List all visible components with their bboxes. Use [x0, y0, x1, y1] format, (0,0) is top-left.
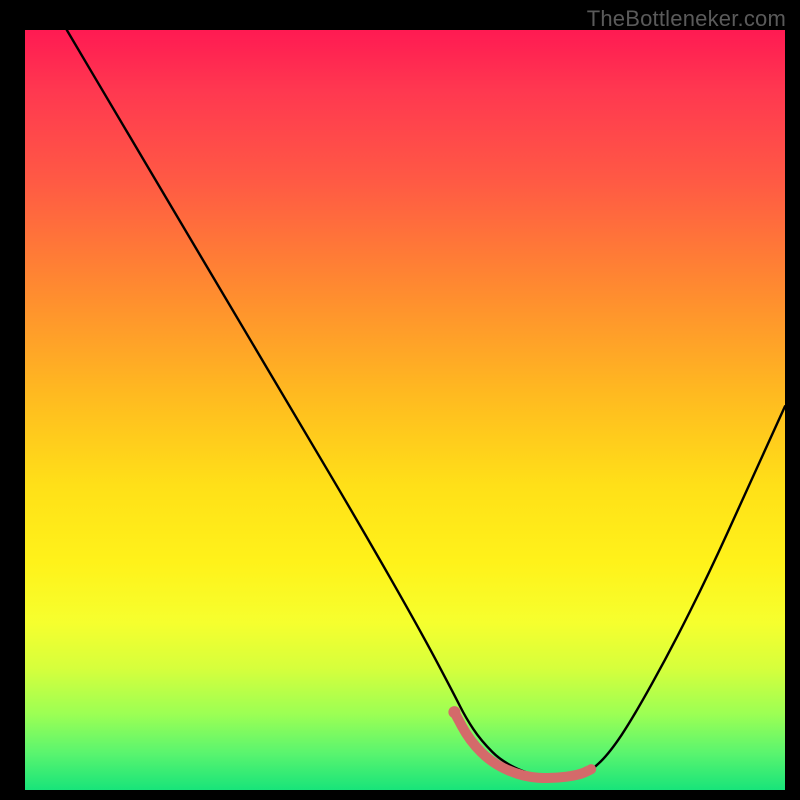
- bottleneck-curve: [67, 30, 785, 779]
- chart-stage: TheBottleneker.com: [0, 0, 800, 800]
- fit-highlight: [454, 712, 591, 778]
- fit-start-dot: [448, 706, 460, 718]
- chart-overlay: [25, 30, 785, 790]
- plot-area: [25, 30, 785, 790]
- watermark-text: TheBottleneker.com: [587, 6, 786, 32]
